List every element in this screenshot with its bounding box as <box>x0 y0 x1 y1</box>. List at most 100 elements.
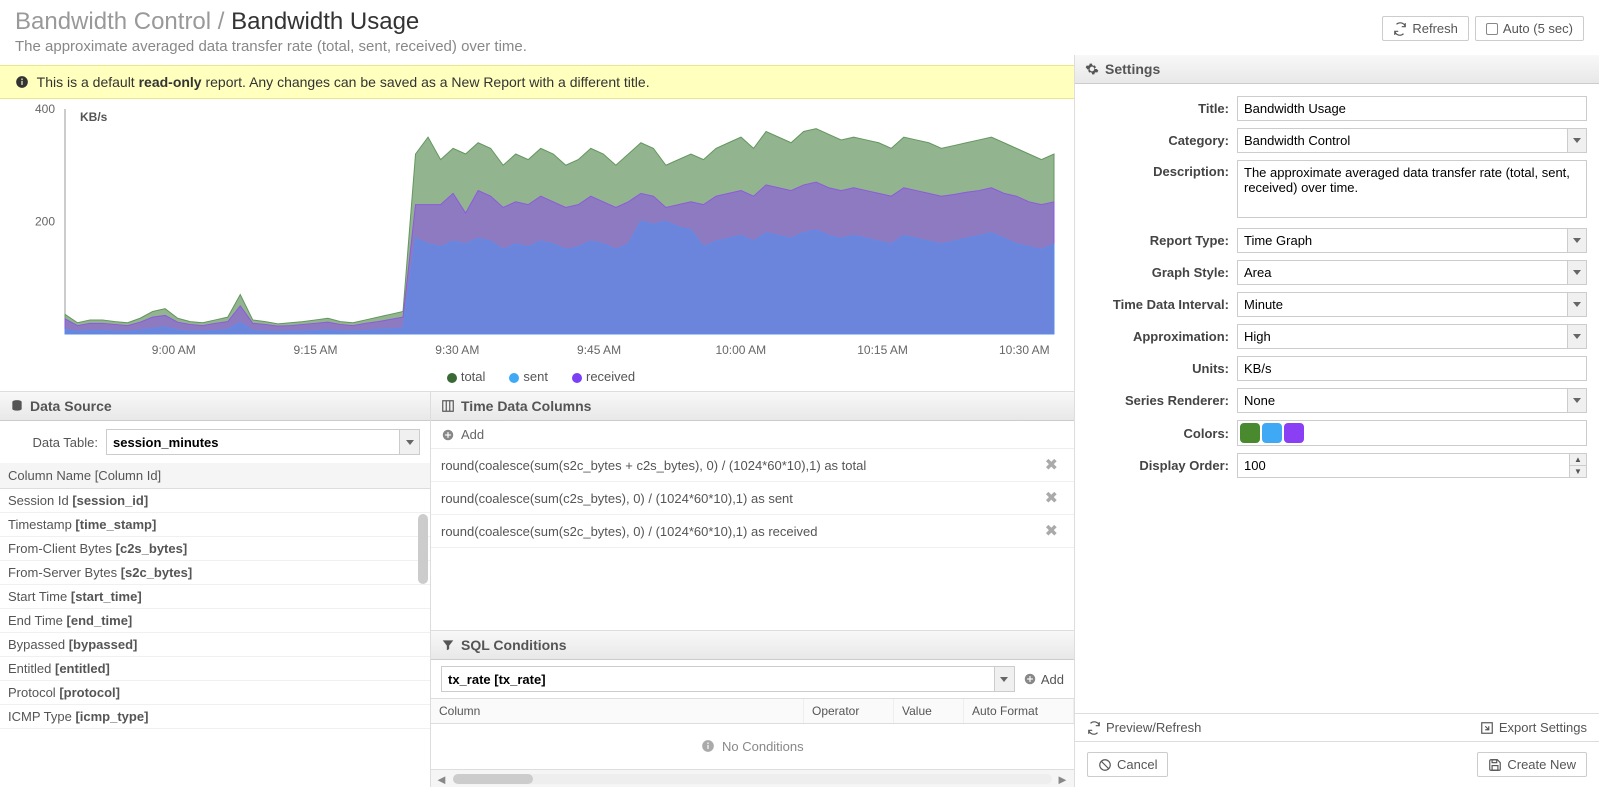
column-row[interactable]: Start Time [start_time] <box>0 585 430 609</box>
scroll-left-icon[interactable]: ◄ <box>435 772 449 786</box>
report-type-select[interactable] <box>1237 228 1587 253</box>
sql-conditions-panel: SQL Conditions Add ColumnOperatorValueAu… <box>431 630 1074 787</box>
column-row[interactable]: From-Server Bytes [s2c_bytes] <box>0 561 430 585</box>
description-textarea[interactable] <box>1237 160 1587 218</box>
no-conditions-msg: No Conditions <box>431 724 1074 769</box>
datatable-input[interactable] <box>107 430 399 454</box>
info-icon <box>701 739 715 753</box>
datatable-combo[interactable] <box>106 429 420 455</box>
tdc-add-button[interactable]: Add <box>431 421 1074 449</box>
column-row[interactable]: Bypassed [bypassed] <box>0 633 430 657</box>
column-grid-header[interactable]: Column Name [Column Id] <box>0 463 430 489</box>
svg-text:400: 400 <box>35 104 55 116</box>
page-subtitle: The approximate averaged data transfer r… <box>15 38 527 55</box>
breadcrumb-parent[interactable]: Bandwidth Control <box>15 8 211 35</box>
breadcrumb: Bandwidth Control / Bandwidth Usage <box>15 8 527 36</box>
datatable-trigger[interactable] <box>399 430 419 454</box>
sql-header-cell[interactable]: Auto Format <box>964 699 1074 723</box>
svg-text:10:00 AM: 10:00 AM <box>715 343 766 357</box>
color-swatch[interactable] <box>1240 423 1260 443</box>
series-renderer-select[interactable] <box>1237 388 1587 413</box>
refresh-icon <box>1393 22 1407 36</box>
svg-text:200: 200 <box>35 215 55 229</box>
color-swatch[interactable] <box>1262 423 1282 443</box>
sql-column-trigger[interactable] <box>994 667 1014 691</box>
display-order-spinner[interactable]: ▲▼ <box>1237 453 1587 478</box>
svg-text:KB/s: KB/s <box>80 110 108 124</box>
column-row[interactable]: Timestamp [time_stamp] <box>0 513 430 537</box>
auto-refresh-button[interactable]: Auto (5 sec) <box>1475 16 1584 41</box>
sql-header-cell[interactable]: Value <box>894 699 964 723</box>
tdc-expression-row[interactable]: round(coalesce(sum(c2s_bytes), 0) / (102… <box>431 482 1074 515</box>
legend-item[interactable]: total <box>439 369 486 384</box>
save-icon <box>1488 758 1502 772</box>
svg-text:9:15 AM: 9:15 AM <box>294 343 338 357</box>
readonly-notice: This is a default read-only report. Any … <box>0 65 1074 99</box>
settings-header: Settings <box>1075 55 1599 84</box>
delete-icon[interactable]: ✖ <box>1039 455 1064 475</box>
column-row[interactable]: Session Id [session_id] <box>0 489 430 513</box>
preview-refresh-button[interactable]: Preview/Refresh <box>1087 720 1201 735</box>
colors-field[interactable] <box>1237 420 1587 446</box>
svg-text:9:00 AM: 9:00 AM <box>152 343 196 357</box>
chart-legend: total sent received <box>15 369 1059 384</box>
spinner-down-icon[interactable]: ▼ <box>1570 466 1586 477</box>
column-grid[interactable]: Session Id [session_id]Timestamp [time_s… <box>0 489 430 787</box>
units-input[interactable] <box>1237 356 1587 381</box>
legend-item[interactable]: received <box>564 369 635 384</box>
svg-text:9:30 AM: 9:30 AM <box>435 343 479 357</box>
columns-icon <box>441 399 455 413</box>
column-row[interactable]: From-Client Bytes [c2s_bytes] <box>0 537 430 561</box>
time-data-columns-panel: Time Data Columns Add round(coalesce(sum… <box>431 392 1074 787</box>
header-bar: Bandwidth Control / Bandwidth Usage The … <box>0 0 1599 55</box>
tdc-header: Time Data Columns <box>431 392 1074 421</box>
svg-text:10:15 AM: 10:15 AM <box>857 343 908 357</box>
tdc-expression-row[interactable]: round(coalesce(sum(s2c_bytes + c2s_bytes… <box>431 449 1074 482</box>
settings-panel: Settings Title: Category: Description: R… <box>1074 55 1599 787</box>
datatable-label: Data Table: <box>10 435 98 450</box>
column-row[interactable]: ICMP Type [icmp_type] <box>0 705 430 729</box>
column-row[interactable]: Protocol [protocol] <box>0 681 430 705</box>
scroll-right-icon[interactable]: ► <box>1056 772 1070 786</box>
svg-text:9:45 AM: 9:45 AM <box>577 343 621 357</box>
time-interval-select[interactable] <box>1237 292 1587 317</box>
plus-circle-icon <box>441 428 455 442</box>
filter-icon <box>441 638 455 652</box>
database-icon <box>10 399 24 413</box>
sql-header-cell[interactable]: Operator <box>804 699 894 723</box>
sql-add-button[interactable]: Add <box>1023 672 1064 687</box>
color-swatch[interactable] <box>1284 423 1304 443</box>
gear-icon <box>1085 62 1099 76</box>
title-input[interactable] <box>1237 96 1587 121</box>
cancel-button[interactable]: Cancel <box>1087 752 1168 777</box>
scrollbar-thumb[interactable] <box>418 514 428 584</box>
sql-column-input[interactable] <box>442 667 994 691</box>
datasource-header: Data Source <box>0 392 430 421</box>
sql-column-combo[interactable] <box>441 666 1015 692</box>
svg-text:10:30 AM: 10:30 AM <box>999 343 1050 357</box>
delete-icon[interactable]: ✖ <box>1039 521 1064 541</box>
refresh-button[interactable]: Refresh <box>1382 16 1469 41</box>
datasource-panel: Data Source Data Table: Column Name [Col… <box>0 392 431 787</box>
tdc-expression-row[interactable]: round(coalesce(sum(s2c_bytes), 0) / (102… <box>431 515 1074 548</box>
create-new-button[interactable]: Create New <box>1477 752 1587 777</box>
graph-style-select[interactable] <box>1237 260 1587 285</box>
export-settings-button[interactable]: Export Settings <box>1480 720 1587 735</box>
legend-item[interactable]: sent <box>501 369 548 384</box>
sql-cond-headers: ColumnOperatorValueAuto Format <box>431 698 1074 724</box>
column-row[interactable]: Entitled [entitled] <box>0 657 430 681</box>
spinner-up-icon[interactable]: ▲ <box>1570 454 1586 466</box>
approximation-select[interactable] <box>1237 324 1587 349</box>
column-row[interactable]: End Time [end_time] <box>0 609 430 633</box>
checkbox-icon <box>1486 23 1498 35</box>
horizontal-scrollbar[interactable]: ◄ ► <box>431 769 1074 787</box>
plus-circle-icon <box>1023 672 1037 686</box>
category-select[interactable] <box>1237 128 1587 153</box>
chart[interactable]: 200 400 KB/s 9:00 AM 9:15 AM 9:30 AM 9:45 AM 10… <box>0 99 1074 391</box>
sql-header-cell[interactable]: Column <box>431 699 804 723</box>
scroll-thumb[interactable] <box>453 774 533 784</box>
cancel-icon <box>1098 758 1112 772</box>
delete-icon[interactable]: ✖ <box>1039 488 1064 508</box>
breadcrumb-current: Bandwidth Usage <box>231 8 419 35</box>
export-icon <box>1480 721 1494 735</box>
